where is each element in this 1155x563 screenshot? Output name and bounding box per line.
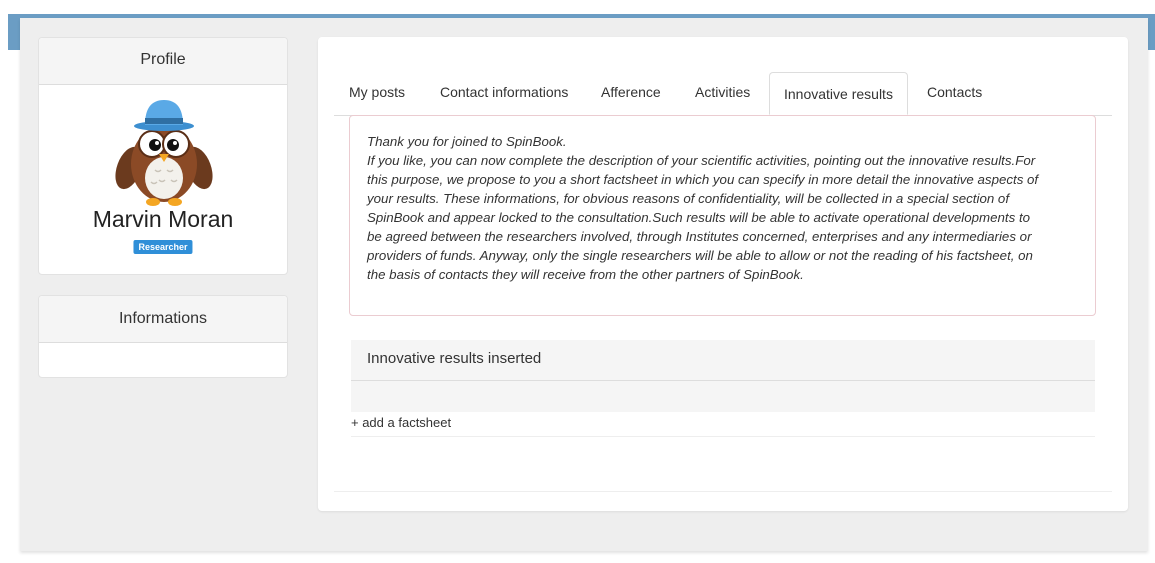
tab-innovative-results[interactable]: Innovative results <box>769 72 908 115</box>
notice-line: providers of funds. Anyway, only the sin… <box>367 248 1033 263</box>
tab-contact-informations[interactable]: Contact informations <box>440 84 568 100</box>
tab-afference[interactable]: Afference <box>601 84 661 100</box>
results-panel-heading: Innovative results inserted <box>351 340 1095 381</box>
informations-panel: Informations <box>38 295 288 378</box>
add-factsheet-link[interactable]: + add a factsheet <box>351 412 1095 437</box>
tab-my-posts[interactable]: My posts <box>349 84 405 100</box>
owl-avatar <box>115 100 213 206</box>
page-wrapper: Profile Marvin Moran Researcher Informat… <box>20 18 1148 551</box>
notice-line: the basis of contacts they will receive … <box>367 267 804 282</box>
notice-line: SpinBook and appear locked to the consul… <box>367 210 1031 225</box>
notice-line: Thank you for joined to SpinBook. <box>367 134 567 149</box>
notice-line: this purpose, we propose to you a short … <box>367 172 1039 187</box>
profile-name: Marvin Moran <box>92 206 234 232</box>
divider <box>334 491 1112 492</box>
notice-line: your results. These informations, for ob… <box>367 191 1010 206</box>
notice-line: be agreed between the researchers involv… <box>367 229 1032 244</box>
tab-activities[interactable]: Activities <box>695 84 750 100</box>
profile-panel-heading: Profile <box>39 38 287 85</box>
profile-panel: Profile Marvin Moran Researcher <box>38 37 288 275</box>
role-badge: Researcher <box>133 240 193 254</box>
innovative-results-panel: Innovative results inserted + add a fact… <box>351 340 1095 437</box>
tab-contacts[interactable]: Contacts <box>927 84 982 100</box>
profile-tabs: My posts Contact informations Afference … <box>334 72 1112 116</box>
notice-line: If you like, you can now complete the de… <box>367 153 1036 168</box>
main-content-card: My posts Contact informations Afference … <box>318 37 1128 511</box>
informations-panel-heading: Informations <box>39 296 287 343</box>
notice-box: Thank you for joined to SpinBook. If you… <box>349 115 1096 316</box>
results-list <box>351 381 1095 412</box>
